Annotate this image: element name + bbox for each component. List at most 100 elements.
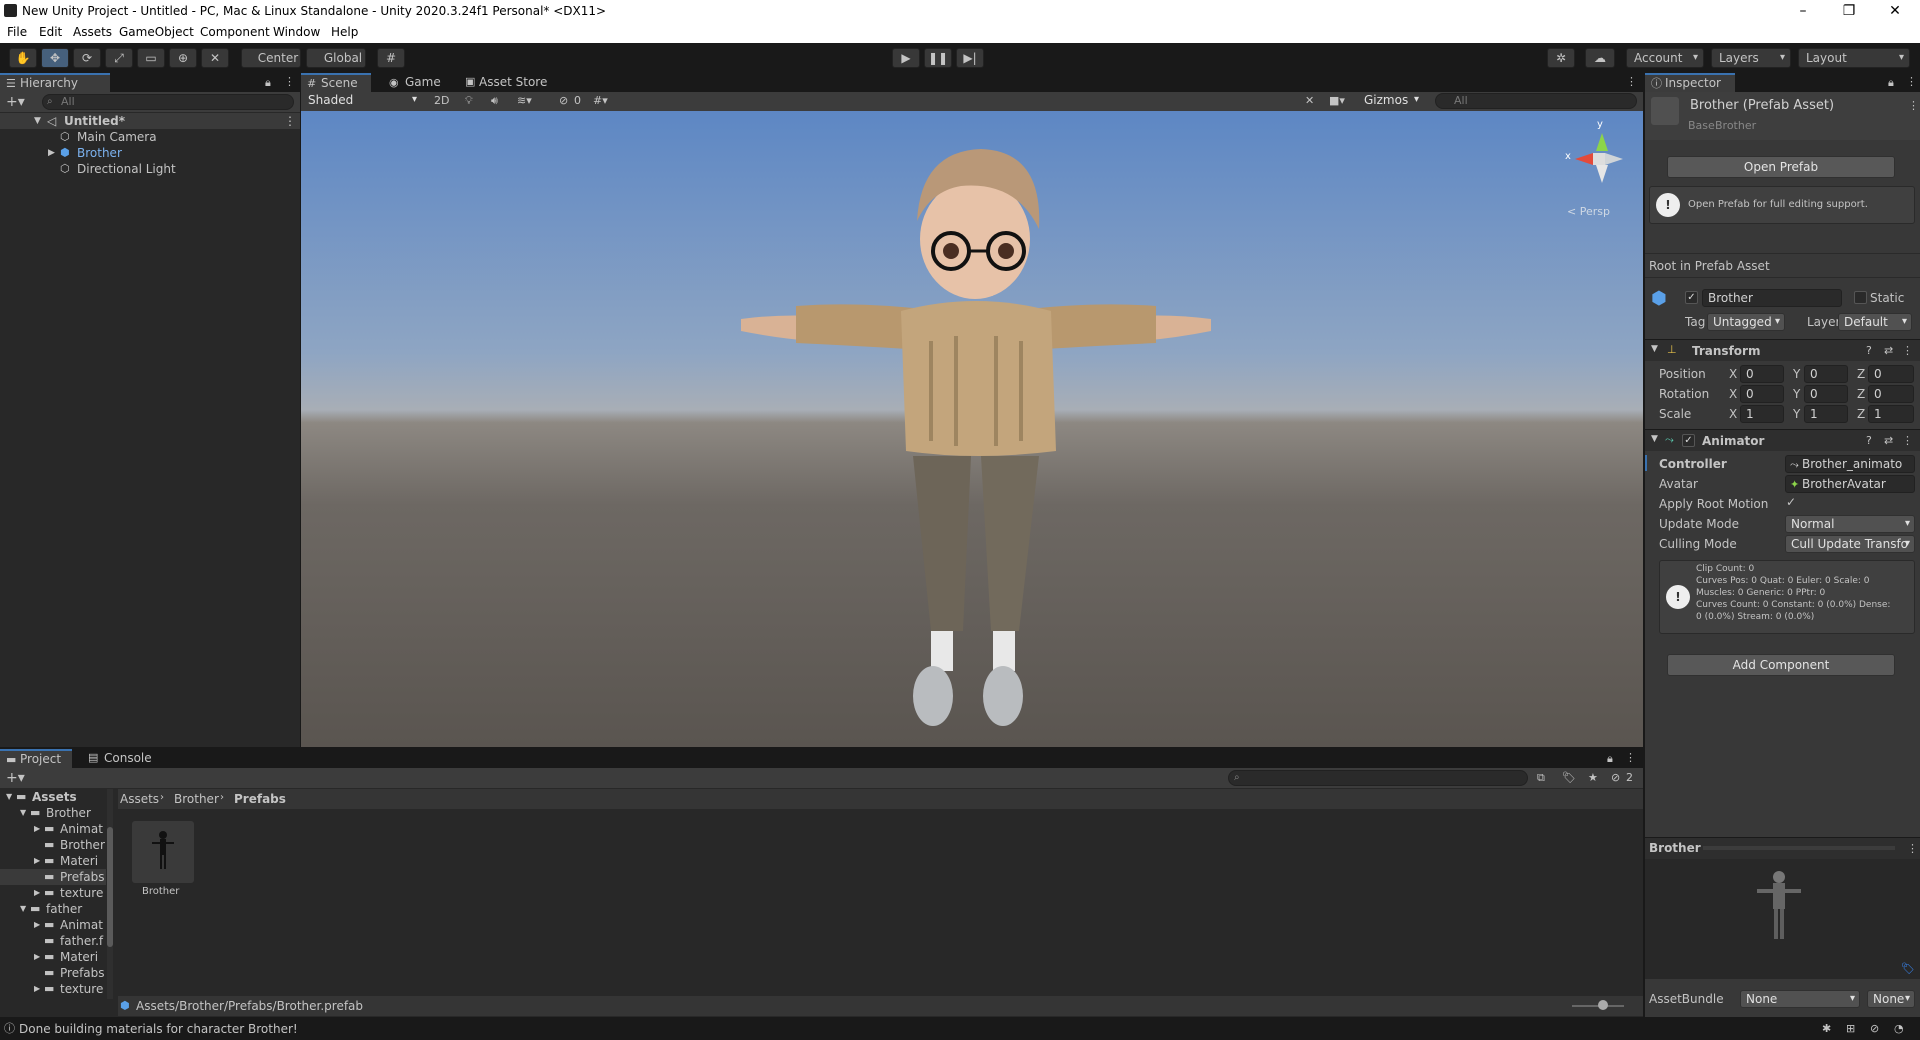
expand-arrow-icon[interactable]: ▶ — [34, 981, 40, 997]
favorite-star-icon[interactable]: ★ — [1588, 772, 1598, 783]
camera-icon[interactable]: ■▾ — [1329, 95, 1345, 106]
expand-arrow-icon[interactable]: ▼ — [20, 901, 26, 917]
menu-gameobject[interactable]: GameObject — [119, 25, 194, 39]
menu-window[interactable]: Window — [273, 25, 320, 39]
preset-icon[interactable]: ⇄ — [1884, 435, 1893, 446]
hierarchy-search-input[interactable]: All — [42, 94, 294, 110]
grid-toggle-icon[interactable]: #▾ — [593, 95, 608, 106]
tools-icon[interactable]: ✕ — [1305, 95, 1314, 106]
tab-console[interactable]: ▤ Console — [84, 749, 164, 768]
pivot-center-toggle[interactable]: Center — [241, 48, 301, 68]
status-message[interactable]: Done building materials for character Br… — [19, 1022, 298, 1036]
scale-y-field[interactable]: 1 — [1804, 405, 1848, 423]
2d-toggle[interactable]: 2D — [434, 94, 449, 107]
expand-arrow-icon[interactable]: ▼ — [20, 805, 26, 821]
tab-hierarchy[interactable]: ☰ Hierarchy — [0, 73, 110, 92]
tab-scene[interactable]: # Scene — [301, 73, 371, 92]
filter-label-icon[interactable]: 🏷︎ — [1562, 772, 1576, 783]
space-global-toggle[interactable]: Global — [306, 48, 366, 68]
bug-icon[interactable]: ✱ — [1822, 1023, 1831, 1034]
rect-tool-icon[interactable]: ▭ — [137, 48, 165, 68]
zoom-slider-thumb[interactable] — [1598, 1000, 1608, 1010]
play-button[interactable]: ▶ — [892, 48, 920, 68]
gizmo-neg-y-cone[interactable] — [1596, 165, 1608, 183]
projection-label[interactable]: < Persp — [1567, 205, 1610, 218]
culling-mode-dropdown[interactable]: Cull Update Transfo — [1785, 535, 1915, 553]
expand-arrow-icon[interactable]: ▼ — [6, 789, 12, 805]
collab-icon[interactable]: ✲ — [1547, 48, 1575, 68]
character-model[interactable] — [301, 111, 1643, 747]
tag-label-icon[interactable]: 🏷︎ — [1901, 963, 1915, 974]
animator-enabled-checkbox[interactable]: ✓ — [1682, 434, 1695, 447]
gizmo-x-cone[interactable] — [1575, 153, 1593, 165]
kebab-menu-icon[interactable]: ⋮ — [1908, 100, 1919, 111]
menu-assets[interactable]: Assets — [73, 25, 112, 39]
kebab-menu-icon[interactable]: ⋮ — [1902, 345, 1913, 356]
folder-tree-item[interactable]: ▬ Brother — [0, 837, 106, 853]
update-mode-dropdown[interactable]: Normal — [1785, 515, 1915, 533]
close-button[interactable]: ✕ — [1872, 0, 1918, 22]
gizmo-center-cube[interactable] — [1593, 153, 1605, 165]
progress-icon[interactable]: ◔ — [1894, 1023, 1904, 1034]
preview-area[interactable]: 🏷︎ — [1645, 859, 1920, 979]
help-icon[interactable]: ? — [1866, 345, 1872, 356]
preset-icon[interactable]: ⇄ — [1884, 345, 1893, 356]
preview-header[interactable]: Brother ⋮ — [1645, 837, 1920, 859]
scale-x-field[interactable]: 1 — [1740, 405, 1784, 423]
expand-arrow-icon[interactable]: ▶ — [34, 917, 40, 933]
project-search-input[interactable] — [1228, 770, 1528, 786]
breadcrumb-item[interactable]: Prefabs — [234, 792, 286, 806]
asset-tile[interactable]: Brother — [132, 821, 196, 901]
account-dropdown[interactable]: Account — [1626, 48, 1704, 68]
tab-asset-store[interactable]: ▣ Asset Store — [459, 73, 559, 92]
hand-tool-icon[interactable]: ✋ — [9, 48, 37, 68]
tree-scrollbar-thumb[interactable] — [107, 827, 113, 947]
visibility-icon[interactable]: ⊘ — [559, 95, 568, 106]
hierarchy-item[interactable]: ⬡ Main Camera — [0, 129, 300, 145]
position-y-field[interactable]: 0 — [1804, 365, 1848, 383]
collapse-arrow-icon[interactable]: ▼ — [1651, 435, 1658, 444]
tab-game[interactable]: ◉ Game — [385, 73, 455, 92]
add-plus-icon[interactable]: +▾ — [6, 771, 25, 785]
help-icon[interactable]: ? — [1866, 435, 1872, 446]
rotation-x-field[interactable]: 0 — [1740, 385, 1784, 403]
audio-speaker-icon[interactable]: 🔊︎ — [491, 95, 498, 106]
collapse-arrow-icon[interactable]: ▼ — [1651, 345, 1658, 354]
scene-orientation-gizmo[interactable]: x y — [1563, 119, 1633, 201]
hierarchy-item[interactable]: ⬡ Directional Light — [0, 161, 300, 177]
open-prefab-button[interactable]: Open Prefab — [1667, 156, 1895, 178]
gizmo-y-cone[interactable] — [1596, 133, 1608, 151]
cloud-icon[interactable]: ☁ — [1585, 48, 1615, 68]
folder-tree-item[interactable]: ▬ father.f — [0, 933, 106, 949]
hierarchy-scene-row[interactable]: ▼ ◁ Untitled* ⋮ — [0, 113, 300, 129]
expand-arrow-icon[interactable]: ▶ — [34, 885, 40, 901]
lock-icon[interactable]: 🔒︎ — [1607, 753, 1613, 764]
menu-edit[interactable]: Edit — [39, 25, 62, 39]
object-name-field[interactable]: Brother — [1702, 289, 1842, 307]
scale-tool-icon[interactable]: ⤢ — [105, 48, 133, 68]
kebab-menu-icon[interactable]: ⋮ — [1906, 76, 1917, 87]
folder-tree-item[interactable]: ▶ ▬ texture — [0, 981, 106, 997]
rotation-z-field[interactable]: 0 — [1868, 385, 1914, 403]
pause-button[interactable]: ❚❚ — [924, 48, 952, 68]
folder-tree-item[interactable]: ▶ ▬ Materi — [0, 853, 106, 869]
kebab-menu-icon[interactable]: ⋮ — [1902, 435, 1913, 446]
scale-z-field[interactable]: 1 — [1868, 405, 1914, 423]
shading-dropdown[interactable]: Shaded — [303, 92, 421, 110]
filter-type-icon[interactable]: ⧉ — [1537, 772, 1545, 783]
minimize-button[interactable]: – — [1780, 0, 1826, 22]
layers-dropdown[interactable]: Layers — [1711, 48, 1791, 68]
breadcrumb-item[interactable]: Assets — [120, 792, 159, 806]
kebab-menu-icon[interactable]: ⋮ — [284, 76, 295, 87]
rotation-y-field[interactable]: 0 — [1804, 385, 1848, 403]
step-button[interactable]: ▶| — [956, 48, 984, 68]
folder-tree-item[interactable]: ▬ Prefabs — [0, 965, 106, 981]
menu-help[interactable]: Help — [331, 25, 358, 39]
add-plus-icon[interactable]: +▾ — [6, 95, 25, 109]
gizmos-dropdown[interactable]: Gizmos — [1359, 92, 1423, 110]
folder-tree-item[interactable]: ▶ ▬ texture — [0, 885, 106, 901]
scene-viewport[interactable]: x y < Persp — [301, 111, 1643, 747]
tab-inspector[interactable]: ⓘ Inspector — [1645, 73, 1735, 92]
auto-generate-lighting-icon[interactable]: ⊘ — [1870, 1023, 1879, 1034]
kebab-menu-icon[interactable]: ⋮ — [1907, 843, 1918, 854]
